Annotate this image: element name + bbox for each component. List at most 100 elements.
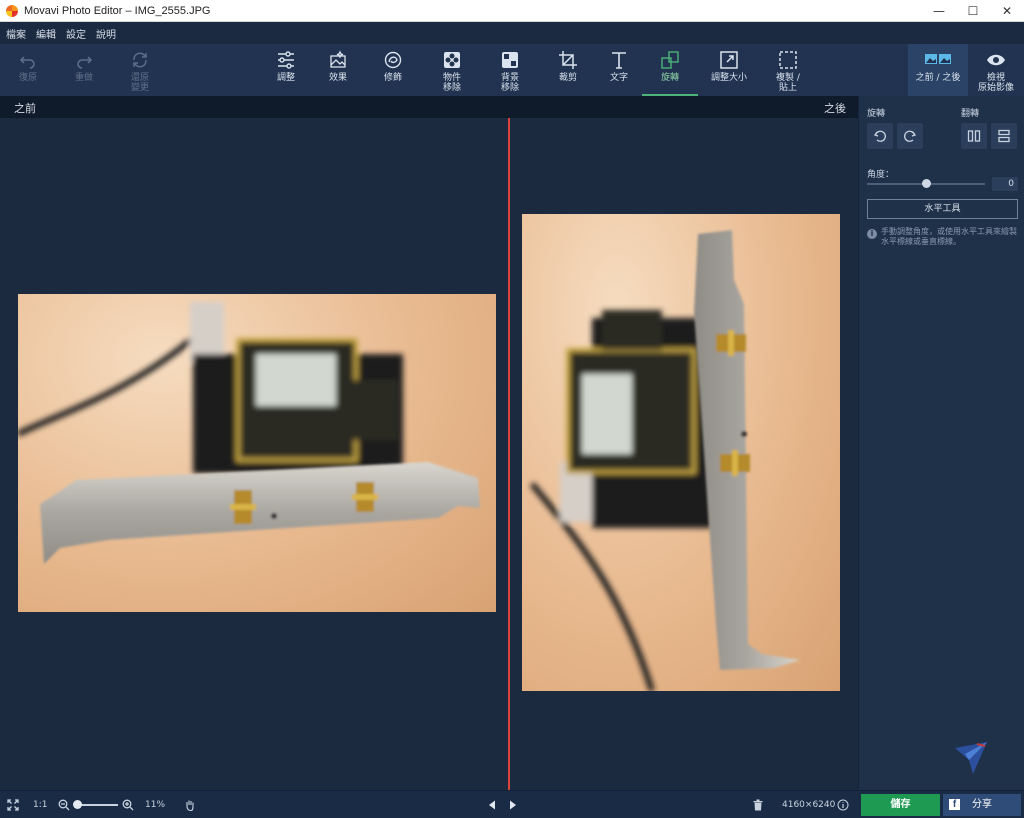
adjust-label: 調整 — [276, 73, 295, 83]
zoom-slider-track[interactable] — [76, 804, 118, 806]
compare-header: 之前 之後 — [0, 96, 858, 118]
angle-label: 角度： — [867, 170, 895, 180]
redo-label: 重做 — [74, 73, 93, 83]
rotate-panel: 旋轉 翻轉 角度： 0 水平工具 i 手動調整角度，或使用水平工具來繪製水平標線… — [858, 96, 1024, 790]
undo-button[interactable]: 復原 — [0, 44, 56, 96]
view-original-button[interactable]: 檢視 原始影像 — [968, 44, 1024, 96]
before-photo — [18, 294, 496, 612]
flip-horizontal-button[interactable] — [961, 123, 987, 149]
rotate-left-icon — [873, 130, 886, 142]
before-after-icon — [925, 54, 951, 64]
adjust-button[interactable]: 調整 — [258, 44, 314, 96]
delete-button[interactable] — [752, 791, 764, 818]
after-photo — [522, 214, 840, 691]
rotate-icon — [661, 51, 679, 69]
next-image-button[interactable] — [507, 791, 519, 818]
crop-label: 裁剪 — [558, 73, 577, 83]
flip-heading: 翻轉 — [961, 109, 980, 119]
compare-divider-handle[interactable] — [508, 118, 510, 790]
zoom-in-button[interactable] — [122, 791, 134, 818]
zoom-out-icon — [58, 799, 70, 811]
redo-icon — [77, 56, 93, 69]
rotate-right-icon — [904, 130, 917, 142]
title-bar: Movavi Photo Editor – IMG_2555.JPG — ☐ ✕ — [0, 0, 1024, 22]
eye-icon — [987, 54, 1005, 66]
revert-button[interactable]: 還原 變更 — [112, 44, 168, 96]
fit-screen-icon — [7, 799, 19, 811]
share-label: 分享 — [972, 799, 992, 810]
watermark-logo-icon — [955, 742, 987, 774]
close-button[interactable]: ✕ — [990, 0, 1024, 22]
previous-arrow-icon — [489, 800, 495, 810]
object-removal-button[interactable]: 物件 移除 — [424, 44, 480, 96]
menu-file[interactable]: 檔案 — [6, 26, 26, 41]
revert-icon — [133, 52, 147, 68]
rotate-right-button[interactable] — [897, 123, 923, 149]
previous-image-button[interactable] — [486, 791, 498, 818]
text-icon — [612, 52, 626, 69]
flip-vertical-button[interactable] — [991, 123, 1017, 149]
text-label: 文字 — [609, 73, 628, 83]
background-removal-icon — [502, 52, 518, 68]
background-removal-button[interactable]: 背景 移除 — [482, 44, 538, 96]
object-removal-label: 物件 移除 — [442, 73, 461, 93]
rotate-button[interactable]: 旋轉 — [642, 44, 698, 96]
revert-label: 還原 變更 — [130, 73, 149, 93]
flip-horizontal-icon — [967, 130, 981, 142]
flip-vertical-icon — [998, 129, 1010, 143]
status-bar: 1:1 11% 4160×6240 儲存 f 分享 — [0, 790, 1024, 818]
before-after-button[interactable]: 之前 / 之後 — [908, 44, 968, 96]
menu-help[interactable]: 說明 — [96, 26, 116, 41]
save-button[interactable]: 儲存 — [861, 794, 940, 816]
pan-tool-button[interactable] — [184, 791, 196, 818]
share-button[interactable]: f 分享 — [943, 794, 1021, 816]
resize-icon — [720, 51, 738, 69]
maximize-button[interactable]: ☐ — [956, 0, 990, 22]
object-removal-icon — [444, 52, 460, 68]
menu-edit[interactable]: 編輯 — [36, 26, 56, 41]
hand-icon — [186, 800, 194, 811]
angle-slider-thumb[interactable] — [922, 179, 931, 188]
window-title: Movavi Photo Editor – IMG_2555.JPG — [24, 4, 211, 17]
sliders-icon — [278, 51, 294, 69]
zoom-slider-thumb[interactable] — [73, 800, 82, 809]
info-circle-icon — [837, 799, 849, 811]
next-arrow-icon — [510, 800, 516, 810]
retouch-button[interactable]: 修飾 — [365, 44, 421, 96]
rotate-heading: 旋轉 — [867, 109, 886, 119]
retouch-label: 修飾 — [383, 73, 402, 83]
fit-screen-button[interactable] — [7, 791, 19, 818]
hint-text: 手動調整角度，或使用水平工具來繪製水平標線或垂直標線。 — [881, 227, 1017, 246]
view-original-label: 檢視 原始影像 — [977, 73, 1014, 93]
menu-bar: 檔案 編輯 設定 說明 — [0, 22, 1024, 44]
minimize-button[interactable]: — — [922, 0, 956, 22]
effects-icon — [330, 50, 346, 68]
resize-button[interactable]: 調整大小 — [701, 44, 757, 96]
copy-paste-icon — [779, 51, 797, 69]
toolbar: 復原 重做 還原 變更 調整 效果 修飾 物件 移除 背景 移除 裁剪 文字 旋… — [0, 44, 1024, 96]
menu-settings[interactable]: 設定 — [66, 26, 86, 41]
before-after-label: 之前 / 之後 — [915, 73, 961, 83]
rotate-left-button[interactable] — [867, 123, 893, 149]
facebook-icon: f — [949, 799, 960, 810]
text-button[interactable]: 文字 — [591, 44, 647, 96]
effects-button[interactable]: 效果 — [310, 44, 366, 96]
copy-paste-button[interactable]: 複製 / 貼上 — [760, 44, 816, 96]
undo-icon — [19, 56, 35, 69]
trash-icon — [753, 799, 763, 811]
effects-label: 效果 — [328, 73, 347, 83]
crop-button[interactable]: 裁剪 — [540, 44, 596, 96]
after-label: 之後 — [824, 102, 846, 115]
level-tool-button[interactable]: 水平工具 — [867, 199, 1018, 219]
redo-button[interactable]: 重做 — [56, 44, 112, 96]
image-dimensions: 4160×6240 — [782, 800, 836, 810]
zoom-out-button[interactable] — [58, 791, 70, 818]
app-logo-icon — [6, 4, 18, 17]
actual-size-button[interactable]: 1:1 — [33, 791, 47, 818]
crop-icon — [559, 51, 577, 69]
retouch-icon — [384, 51, 402, 69]
angle-input[interactable]: 0 — [992, 177, 1018, 191]
rotate-label: 旋轉 — [660, 73, 679, 83]
zoom-level: 11% — [145, 800, 166, 810]
image-info-button[interactable] — [837, 791, 849, 818]
